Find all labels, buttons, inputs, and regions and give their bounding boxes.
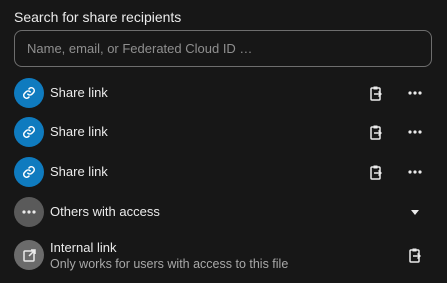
more-horizontal-icon[interactable]: [405, 122, 425, 142]
share-link-row: Share link: [14, 157, 433, 187]
open-in-new-icon: [14, 240, 44, 270]
more-horizontal-icon: [14, 197, 44, 227]
clipboard-copy-icon[interactable]: [366, 162, 386, 182]
internal-link-subtitle: Only works for users with access to this…: [50, 257, 289, 271]
clipboard-copy-icon[interactable]: [366, 83, 386, 103]
others-with-access-toggle[interactable]: Others with access: [14, 197, 433, 227]
link-icon: [14, 117, 44, 147]
share-link-row: Share link: [14, 78, 433, 108]
clipboard-copy-icon[interactable]: [405, 245, 425, 265]
clipboard-copy-icon[interactable]: [366, 122, 386, 142]
link-icon: [14, 157, 44, 187]
search-heading: Search for share recipients: [14, 9, 182, 25]
more-horizontal-icon[interactable]: [405, 83, 425, 103]
more-horizontal-icon[interactable]: [405, 162, 425, 182]
share-link-label: Share link: [50, 164, 108, 179]
triangle-down-icon[interactable]: [405, 202, 425, 222]
share-link-row: Share link: [14, 117, 433, 147]
share-link-label: Share link: [50, 124, 108, 139]
internal-link-row: Internal link Only works for users with …: [14, 240, 433, 271]
share-recipient-search-input[interactable]: [14, 30, 432, 67]
share-link-label: Share link: [50, 85, 108, 100]
internal-link-title: Internal link: [50, 240, 117, 255]
link-icon: [14, 78, 44, 108]
others-with-access-label: Others with access: [50, 204, 160, 219]
